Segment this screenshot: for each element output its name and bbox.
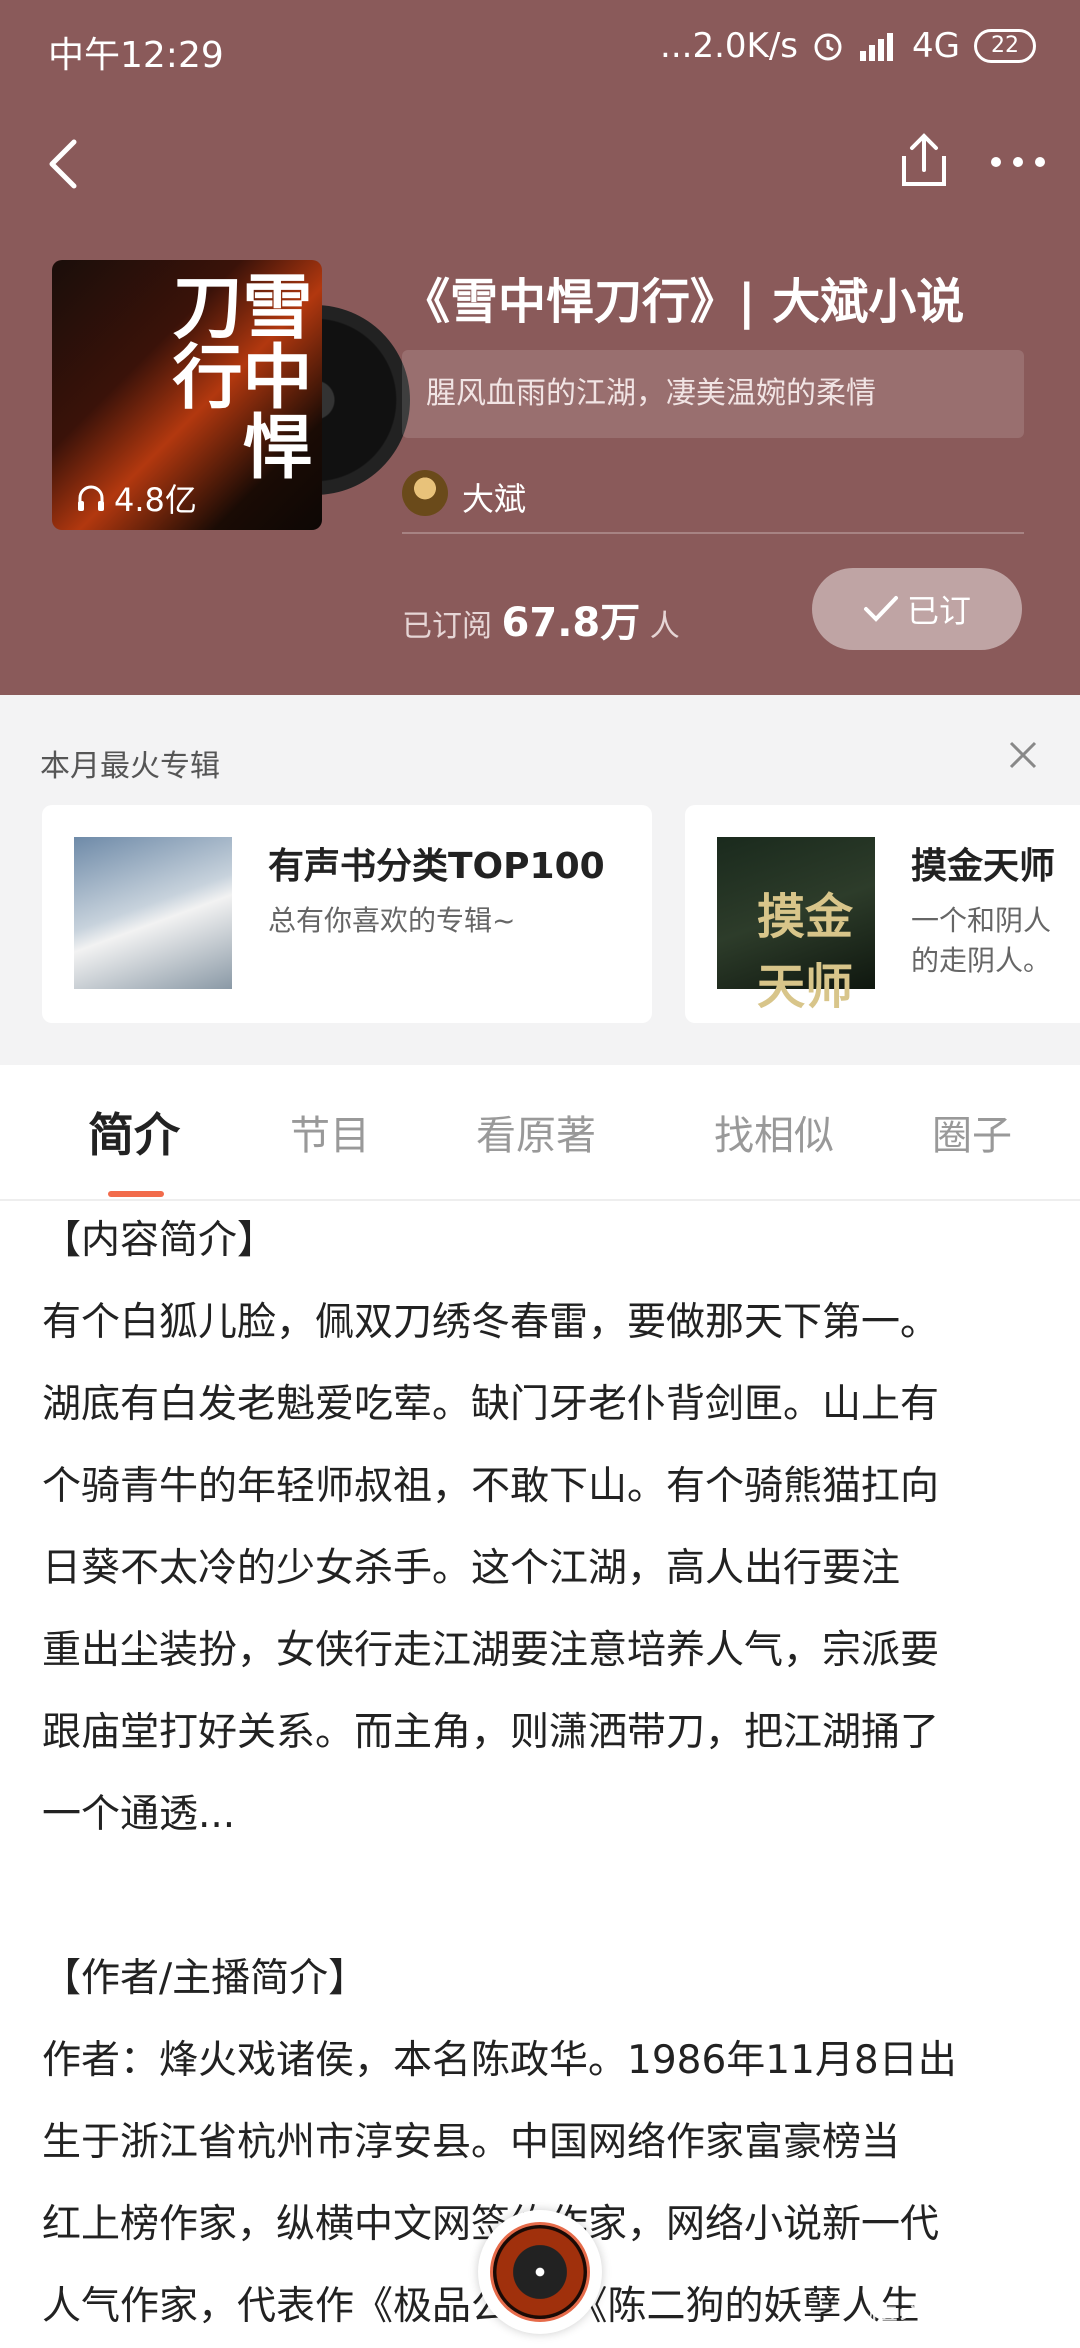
play-count: 4.8亿 (76, 475, 197, 521)
share-icon[interactable] (898, 130, 950, 190)
mini-player[interactable] (478, 2210, 602, 2334)
subscriber-number: 67.8万 (501, 600, 641, 646)
signal-icon (860, 33, 894, 61)
album-thumbnail-text: 摸金天师 (757, 889, 854, 1015)
subscriber-count: 已订阅 67.8万 人 (402, 590, 680, 648)
subscriber-prefix: 已订阅 (402, 609, 492, 644)
album-header: 中午12:29 ...2.0K/s 4G 22 雪中悍刀行 4.8亿 《雪中悍刀… (0, 0, 1080, 695)
intro-content: 【内容简介】 有个白狐儿脸，佩双刀绣冬春雷，要做那天下第一。 湖底有白发老魁爱吃… (42, 1200, 1046, 2348)
more-dots-icon[interactable] (990, 150, 1046, 174)
hot-album-card[interactable]: 摸金天师 摸金天师 一个和阴人 的走阴人。 (685, 805, 1080, 1023)
intro-line: 跟庙堂打好关系。而主角，则潇洒带刀，把江湖捅了 (42, 1710, 940, 1755)
headphones-icon (78, 485, 104, 511)
intro-line: 日葵不太冷的少女杀手。这个江湖，高人出行要注 (42, 1546, 901, 1591)
play-count-value: 4.8亿 (114, 481, 197, 519)
check-icon (863, 596, 898, 622)
author-avatar[interactable] (402, 470, 448, 516)
section-heading: 【作者/主播简介】 (42, 1956, 368, 2001)
tab-original[interactable]: 看原著 (476, 1103, 596, 1161)
tab-programs[interactable]: 节目 (290, 1103, 370, 1161)
author-intro-line: 作者：烽火戏诸侯，本名陈政华。1986年11月8日出 (42, 2038, 957, 2083)
close-icon[interactable] (1005, 737, 1041, 773)
intro-line: 湖底有白发老魁爱吃荤。缺门牙老仆背剑匣。山上有 (42, 1382, 940, 1427)
album-tagline: 腥风血雨的江湖，凄美温婉的柔情 (402, 350, 1024, 438)
cover-art: 雪中悍刀行 4.8亿 (52, 260, 322, 530)
tab-active-indicator (108, 1191, 164, 1197)
intro-line: 有个白狐儿脸，佩双刀绣冬春雷，要做那天下第一。 (42, 1300, 940, 1345)
hot-albums-section: 本月最火专辑 有声书分类TOP100 总有你喜欢的专辑~ 摸金天师 摸金天师 一… (0, 695, 1080, 1065)
hot-album-name: 有声书分类TOP100 (268, 846, 605, 887)
intro-line: 重出尘装扮，女侠行走江湖要注意培养人气，宗派要 (42, 1628, 940, 1673)
status-time: 中午12:29 (48, 35, 224, 76)
hot-album-desc-line: 一个和阴人 (911, 904, 1052, 937)
hot-albums-title: 本月最火专辑 (40, 749, 220, 784)
status-bar: 中午12:29 ...2.0K/s 4G 22 (0, 0, 1080, 100)
subscribed-label: 已订 (906, 592, 971, 630)
watermark: 悟空问答 (868, 2304, 988, 2339)
alarm-icon (814, 33, 842, 61)
album-thumbnail: 摸金天师 (717, 837, 875, 1015)
hot-album-card[interactable]: 有声书分类TOP100 总有你喜欢的专辑~ (42, 805, 652, 1023)
hot-album-desc: 一个和阴人 的走阴人。 (911, 901, 1051, 981)
status-indicators: ...2.0K/s 4G 22 (660, 26, 1036, 66)
battery-indicator: 22 (974, 29, 1036, 63)
hot-album-desc-line: 的走阴人。 (911, 944, 1052, 977)
tab-intro[interactable]: 简介 (88, 1099, 180, 1165)
subscriber-suffix: 人 (649, 609, 680, 644)
tab-bar: 简介 节目 看原著 找相似 圈子 (0, 1065, 1080, 1201)
intro-line: 一个通透... (42, 1792, 236, 1837)
hot-album-desc: 总有你喜欢的专辑~ (268, 904, 516, 937)
player-disc-icon (490, 2222, 590, 2322)
cover-title: 雪中悍刀行 (161, 270, 314, 480)
intro-line: 个骑青牛的年轻师叔祖，不敢下山。有个骑熊猫扛向 (42, 1464, 940, 1509)
author-intro-line: 生于浙江省杭州市淳安县。中国网络作家富豪榜当 (42, 2120, 901, 2165)
hot-album-name: 摸金天师 (911, 846, 1056, 887)
divider (402, 532, 1024, 534)
tab-similar[interactable]: 找相似 (714, 1103, 834, 1161)
subscribed-button[interactable]: 已订 (812, 568, 1022, 650)
author-name[interactable]: 大斌 (462, 474, 526, 520)
network-speed: ...2.0K/s (660, 26, 799, 66)
album-thumbnail (74, 837, 232, 989)
section-heading: 【内容简介】 (42, 1218, 277, 1263)
back-arrow-icon[interactable] (44, 138, 84, 190)
album-title: 《雪中悍刀行》| 大斌小说 (402, 274, 965, 330)
album-cover[interactable]: 雪中悍刀行 4.8亿 (52, 260, 410, 530)
tab-circle[interactable]: 圈子 (932, 1103, 1012, 1161)
network-type: 4G (912, 26, 960, 66)
